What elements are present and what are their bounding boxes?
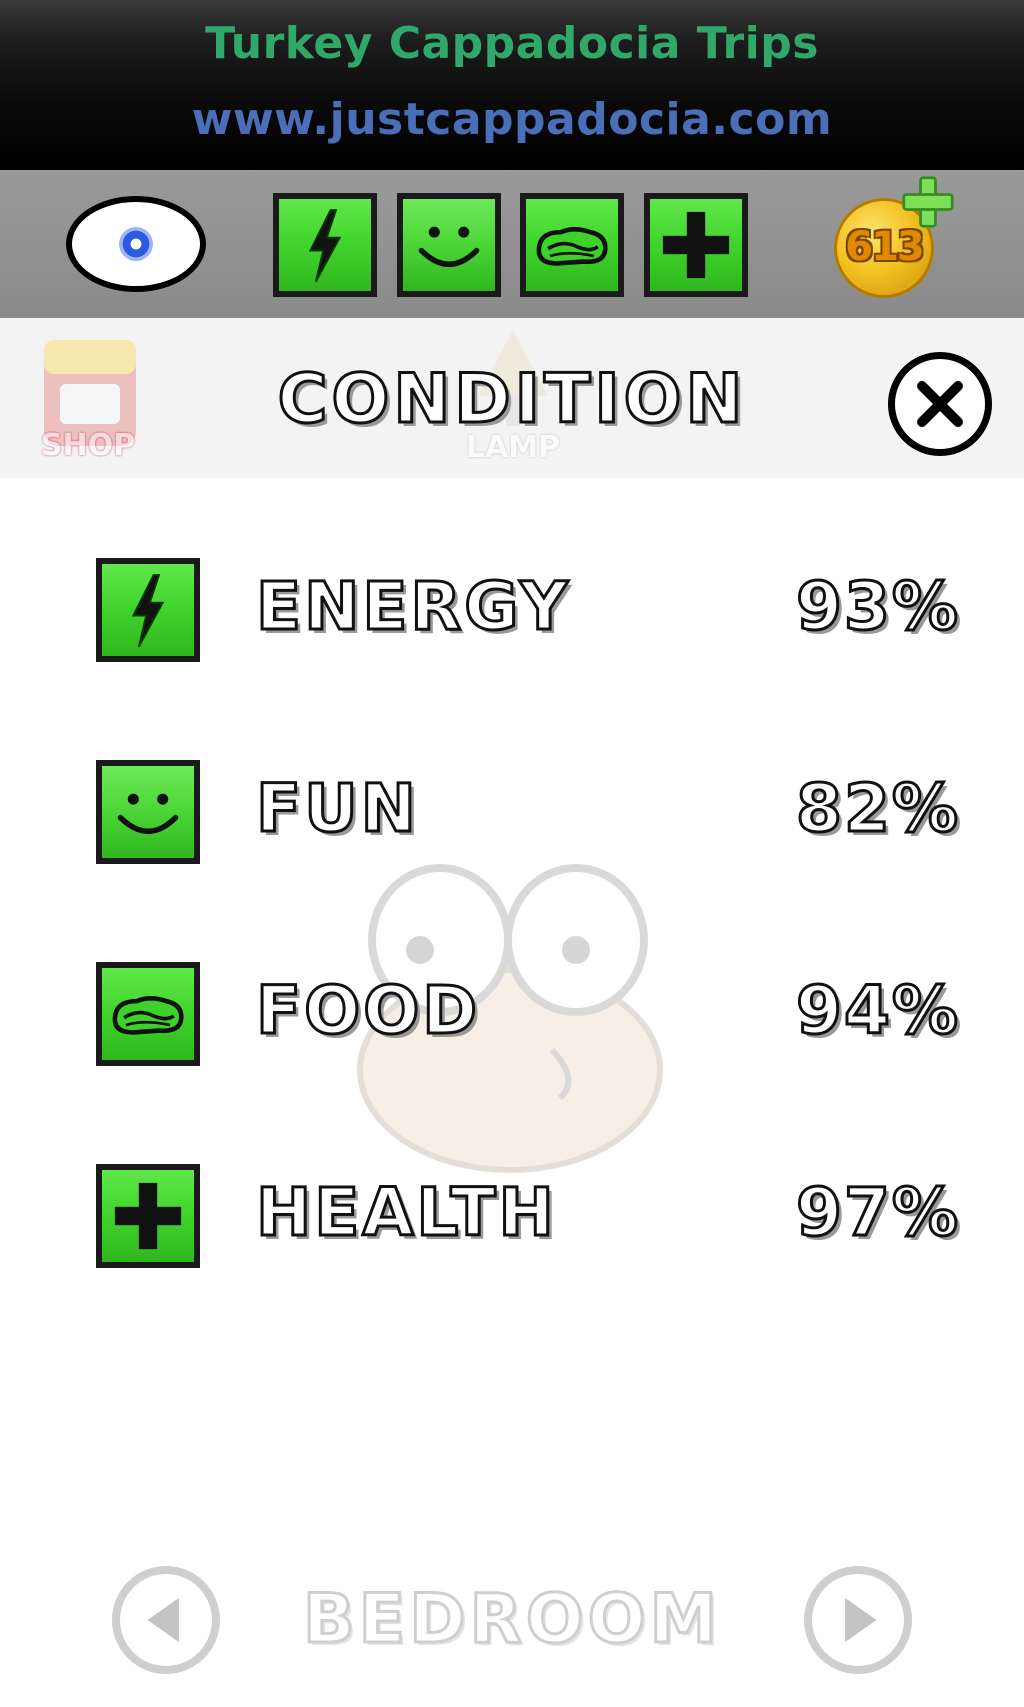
ad-banner[interactable]: Turkey Cappadocia Trips www.justcappadoc… (0, 0, 1024, 170)
condition-label: FOOD (254, 971, 481, 1051)
condition-label: ENERGY (255, 567, 571, 647)
condition-row-energy: ENERGY 93% (0, 556, 1024, 666)
condition-row-food: FOOD 94% (0, 960, 1024, 1070)
health-icon-box (96, 1164, 200, 1268)
plus-icon (662, 211, 730, 279)
food-icon (536, 227, 608, 266)
condition-value: 82% (795, 769, 960, 849)
coin-counter[interactable]: 613 (834, 176, 954, 300)
smiley-icon (117, 793, 179, 834)
condition-value: 94% (795, 971, 960, 1051)
health-status-button[interactable] (644, 193, 748, 297)
page-title: CONDITION (276, 359, 747, 441)
close-icon (917, 381, 963, 427)
fun-status-button[interactable] (397, 193, 501, 297)
ad-title: Turkey Cappadocia Trips (205, 18, 819, 69)
condition-row-health: HEALTH 97% (0, 1162, 1024, 1272)
plus-icon (114, 1182, 182, 1250)
fun-icon-box (96, 760, 200, 864)
lightning-icon (308, 209, 342, 283)
condition-label: FUN (255, 769, 419, 849)
food-status-button[interactable] (520, 193, 624, 297)
arrow-right-icon (845, 1597, 877, 1643)
condition-value: 97% (795, 1173, 960, 1253)
food-icon (112, 996, 184, 1035)
condition-row-fun: FUN 82% (0, 758, 1024, 868)
energy-status-button[interactable] (273, 193, 377, 297)
condition-label: HEALTH (255, 1173, 557, 1253)
next-room-button[interactable] (804, 1566, 912, 1674)
smiley-icon (418, 226, 480, 267)
lightning-icon (131, 574, 165, 648)
condition-value: 93% (795, 567, 960, 647)
food-icon-box (96, 962, 200, 1066)
add-coins-icon[interactable] (900, 174, 956, 230)
ad-url[interactable]: www.justcappadocia.com (0, 94, 1024, 145)
close-button[interactable] (888, 352, 992, 456)
eye-button[interactable] (66, 196, 206, 292)
coin-count: 613 (845, 224, 925, 270)
energy-icon-box (96, 558, 200, 662)
eye-icon (119, 227, 153, 261)
